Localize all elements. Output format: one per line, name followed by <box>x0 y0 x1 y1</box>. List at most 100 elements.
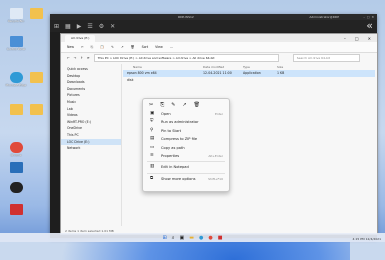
close-icon[interactable]: ✕ <box>368 36 371 41</box>
properties-icon: ≡ <box>150 152 154 158</box>
nav-item[interactable]: WinRT-PRO (E:) <box>61 119 121 126</box>
context-menu: ✂ ⎘ ✎ ↗ 🗑 ▣ Open Enter ⛨ Run as administ… <box>142 98 230 192</box>
nav-item[interactable]: Quick access <box>61 66 121 73</box>
paste-icon[interactable]: 📋 <box>100 45 104 49</box>
menu-separator <box>147 161 225 163</box>
edge-icon <box>9 72 23 83</box>
more-button[interactable]: ... <box>170 45 173 49</box>
rename-icon[interactable]: ✎ <box>171 102 175 110</box>
folder-icon <box>29 8 43 19</box>
menu-item-properties[interactable]: ≡ Properties Alt+Enter <box>143 152 229 160</box>
nav-item-selected[interactable]: LOC Drive (E:) <box>61 138 121 146</box>
play-icon[interactable]: ▶ <box>77 23 82 30</box>
task-view-icon[interactable]: ▣ <box>180 235 185 241</box>
copy-icon[interactable]: ⎘ <box>91 45 94 49</box>
delete-icon[interactable]: 🗑 <box>194 102 200 110</box>
folder-icon <box>29 72 43 83</box>
taskbar: ⊞ ⌕ ▣ ▬ ● ● ■ 4:15 PM 12/4/2021 <box>0 233 385 242</box>
nav-item[interactable]: Desktop <box>61 73 121 80</box>
folder-icon <box>29 104 43 115</box>
nav-item[interactable]: This PC <box>61 132 121 139</box>
file-explorer-icon[interactable]: ▬ <box>189 235 194 241</box>
tools-icon[interactable]: ☰ <box>87 23 92 30</box>
menu-item-compress[interactable]: ▤ Compress to ZIP file <box>143 135 229 143</box>
maximize-icon[interactable]: □ <box>355 36 359 41</box>
explorer-tab-bar: All drive (E:) – □ ✕ <box>61 34 377 42</box>
nav-item[interactable]: Pictures <box>61 92 121 99</box>
rename-icon[interactable]: ✎ <box>111 45 114 49</box>
clock-time: 4:15 PM <box>352 237 365 241</box>
more-options-icon: ⧉ <box>150 175 154 181</box>
chrome-icon <box>9 142 23 153</box>
nav-item[interactable]: Lab <box>61 106 121 113</box>
copy-icon[interactable]: ⎘ <box>160 102 164 110</box>
nav-item[interactable]: Downloads <box>61 79 121 86</box>
clock-date: 12/4/2021 <box>365 237 381 241</box>
explorer-tab[interactable]: All drive (E:) <box>65 34 96 42</box>
address-row: ← → ↑ ⟳ This PC > LOC Drive (E:) > All d… <box>61 53 377 63</box>
folder-icon <box>9 104 23 115</box>
nav-item[interactable]: Documents <box>61 86 121 93</box>
edge-icon[interactable]: ● <box>199 235 203 241</box>
search-icon[interactable]: ⌕ <box>172 235 175 241</box>
settings-icon[interactable]: ⚙ <box>99 23 104 30</box>
desktop-icon-7[interactable] <box>24 104 48 116</box>
system-tray[interactable]: 4:15 PM 12/4/2021 <box>353 237 381 241</box>
view-button[interactable]: View <box>155 45 163 49</box>
cut-icon[interactable]: ✂ <box>149 102 153 110</box>
share-icon[interactable]: ↗ <box>182 102 186 110</box>
nav-item[interactable]: OneDrive <box>61 125 121 132</box>
menu-item-more-options[interactable]: ⧉ Show more options Shift+F10 <box>143 175 229 183</box>
shield-icon: ⛨ <box>150 119 154 125</box>
menu-item-copy-path[interactable]: ▭ Copy as path <box>143 144 229 152</box>
chrome-icon[interactable]: ● <box>208 235 212 241</box>
forward-icon[interactable]: → <box>74 56 77 60</box>
control-panel-icon <box>9 36 23 47</box>
desktop-icon-9[interactable] <box>4 162 28 174</box>
pin-icon[interactable]: ⊞ <box>54 23 59 30</box>
menu-item-open[interactable]: ▣ Open Enter <box>143 110 229 118</box>
desktop-icon-8[interactable]: Chrome <box>4 142 28 157</box>
cut-icon[interactable]: ✂ <box>81 45 84 49</box>
navigation-pane: Quick access Desktop Downloads Documents… <box>61 64 122 226</box>
explorer-window-controls[interactable]: – □ ✕ <box>344 36 377 41</box>
minimize-icon[interactable]: – <box>344 36 346 41</box>
desktop-icon-3[interactable]: Control Panel <box>4 36 28 51</box>
app-icon <box>9 162 23 173</box>
new-button[interactable]: New <box>67 45 74 49</box>
nav-item[interactable]: Videos <box>61 112 121 119</box>
desktop-icon-10[interactable] <box>4 182 28 194</box>
menu-item-run-as-admin[interactable]: ⛨ Run as administrator <box>143 118 229 126</box>
delete-icon[interactable]: 🗑 <box>131 45 135 49</box>
start-icon[interactable]: ⊞ <box>163 235 167 241</box>
desktop-icon-5[interactable] <box>24 72 48 84</box>
collapse-chevron-icon[interactable]: « <box>366 20 373 32</box>
file-row[interactable]: disk <box>123 77 375 84</box>
menu-separator <box>147 172 225 174</box>
grid-icon[interactable]: ▦ <box>65 23 71 30</box>
app-icon[interactable]: ■ <box>218 235 223 241</box>
up-icon[interactable]: ↑ <box>80 56 83 60</box>
notepad-icon: ▥ <box>150 164 155 170</box>
remote-toolbar: ⊞ ▦ ▶ ☰ ⚙ ✕ « <box>50 20 377 32</box>
command-bar: New ✂ ⎘ 📋 ✎ ↗ 🗑 Sort View ... <box>61 42 377 53</box>
address-bar[interactable]: This PC > LOC Drive (E:) > All drive and… <box>93 54 279 62</box>
back-icon[interactable]: ← <box>67 56 70 60</box>
menu-item-notepad[interactable]: ▥ Edit in Notepad <box>143 163 229 171</box>
zip-icon: ▤ <box>150 136 155 142</box>
menu-item-pin-start[interactable]: ⚲ Pin to Start <box>143 127 229 135</box>
share-icon[interactable]: ↗ <box>121 45 124 49</box>
pdf-icon <box>9 204 23 215</box>
desktop-icon-11[interactable] <box>4 204 28 216</box>
pin-icon: ⚲ <box>150 127 154 133</box>
nav-item[interactable]: Network <box>61 145 121 152</box>
search-input[interactable]: Search All drive 64-bit <box>292 54 360 62</box>
desktop-icon-2[interactable] <box>24 8 48 20</box>
path-icon: ▭ <box>150 144 155 150</box>
open-icon: ▣ <box>150 111 155 116</box>
refresh-icon[interactable]: ⟳ <box>87 56 90 60</box>
app-icon <box>9 182 23 193</box>
close-icon[interactable]: ✕ <box>110 23 115 30</box>
nav-item[interactable]: Music <box>61 99 121 106</box>
sort-button[interactable]: Sort <box>142 45 149 49</box>
